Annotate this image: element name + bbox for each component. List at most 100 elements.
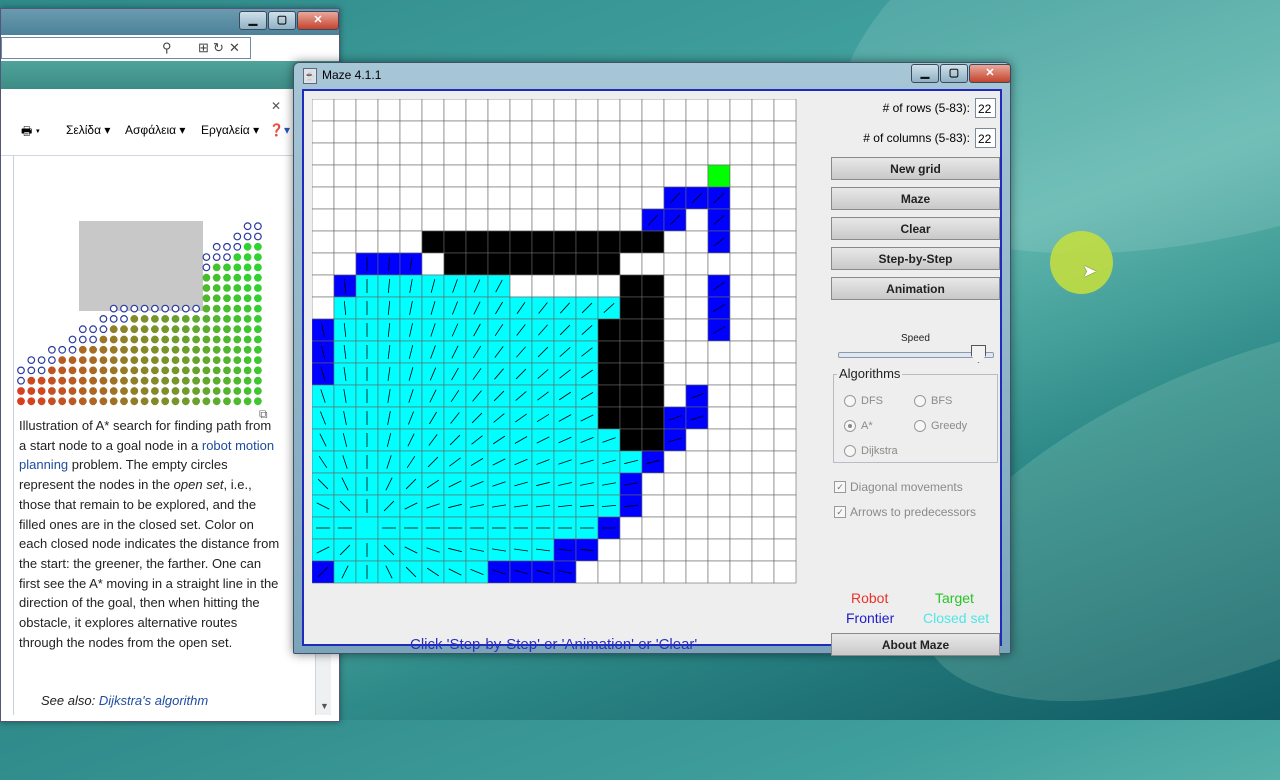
grid-cell-empty[interactable] bbox=[663, 516, 687, 540]
grid-cell-empty[interactable] bbox=[531, 274, 555, 298]
about-maze-button[interactable]: About Maze bbox=[831, 633, 1000, 656]
menu-tools[interactable]: Εργαλεία ▾ bbox=[201, 123, 259, 137]
grid-cell-empty[interactable] bbox=[707, 120, 731, 144]
rows-input[interactable]: 22 bbox=[975, 98, 996, 118]
grid-cell-empty[interactable] bbox=[729, 99, 753, 122]
grid-cell-empty[interactable] bbox=[729, 252, 753, 276]
grid-cell-empty[interactable] bbox=[575, 560, 599, 584]
grid-cell-empty[interactable] bbox=[443, 142, 467, 166]
minimize-icon[interactable]: ▁ bbox=[239, 11, 267, 30]
grid-cell-empty[interactable] bbox=[312, 230, 335, 254]
grid-cell-empty[interactable] bbox=[377, 230, 401, 254]
grid-cell-empty[interactable] bbox=[685, 164, 709, 188]
grid-cell-empty[interactable] bbox=[707, 450, 731, 474]
grid-cell-empty[interactable] bbox=[685, 450, 709, 474]
close-icon[interactable]: ✕ bbox=[271, 99, 281, 113]
grid-cell-empty[interactable] bbox=[333, 164, 357, 188]
grid-cell-empty[interactable] bbox=[575, 274, 599, 298]
grid-cell-empty[interactable] bbox=[751, 340, 775, 364]
grid-cell-empty[interactable] bbox=[399, 208, 423, 232]
grid-cell-empty[interactable] bbox=[355, 208, 379, 232]
grid-cell-empty[interactable] bbox=[312, 142, 335, 166]
grid-cell-wall[interactable] bbox=[509, 252, 533, 276]
grid-cell-wall[interactable] bbox=[531, 230, 555, 254]
grid-cell-wall[interactable] bbox=[619, 296, 643, 320]
grid-cell-empty[interactable] bbox=[773, 362, 797, 386]
compat-icon[interactable]: ⊞ bbox=[198, 40, 209, 56]
grid-cell-empty[interactable] bbox=[597, 560, 621, 584]
grid-cell-empty[interactable] bbox=[663, 362, 687, 386]
grid-cell-wall[interactable] bbox=[619, 384, 643, 408]
address-bar[interactable]: ⚲ ⊞ ↻ ✕ bbox=[1, 37, 251, 59]
grid-cell-empty[interactable] bbox=[729, 318, 753, 342]
grid-cell-empty[interactable] bbox=[619, 164, 643, 188]
maximize-icon[interactable]: ▢ bbox=[940, 64, 968, 83]
grid-cell-empty[interactable] bbox=[399, 99, 423, 122]
arrows-checkbox[interactable]: ✓ Arrows to predecessors bbox=[834, 505, 976, 519]
columns-input[interactable]: 22 bbox=[975, 128, 996, 148]
grid-cell-empty[interactable] bbox=[685, 252, 709, 276]
grid-cell-wall[interactable] bbox=[641, 340, 665, 364]
grid-cell-wall[interactable] bbox=[641, 230, 665, 254]
grid-cell-empty[interactable] bbox=[751, 230, 775, 254]
grid-cell-empty[interactable] bbox=[773, 340, 797, 364]
grid-cell-wall[interactable] bbox=[641, 274, 665, 298]
grid-cell-empty[interactable] bbox=[773, 208, 797, 232]
grid-cell-empty[interactable] bbox=[685, 274, 709, 298]
grid-cell-empty[interactable] bbox=[773, 384, 797, 408]
grid-cell-empty[interactable] bbox=[443, 186, 467, 210]
grid-cell-empty[interactable] bbox=[531, 120, 555, 144]
grid-cell-empty[interactable] bbox=[575, 208, 599, 232]
grid-cell-empty[interactable] bbox=[333, 252, 357, 276]
grid-cell-empty[interactable] bbox=[707, 340, 731, 364]
new-grid-button[interactable]: New grid bbox=[831, 157, 1000, 180]
grid-cell-empty[interactable] bbox=[553, 120, 577, 144]
grid-cell-empty[interactable] bbox=[465, 164, 489, 188]
grid-cell-empty[interactable] bbox=[663, 450, 687, 474]
grid-cell-empty[interactable] bbox=[751, 538, 775, 562]
grid-cell-empty[interactable] bbox=[333, 208, 357, 232]
grid-cell-empty[interactable] bbox=[377, 142, 401, 166]
grid-cell-empty[interactable] bbox=[377, 208, 401, 232]
radio-bfs[interactable]: BFS bbox=[914, 395, 952, 407]
grid-cell-empty[interactable] bbox=[773, 164, 797, 188]
grid-cell-empty[interactable] bbox=[729, 538, 753, 562]
grid-cell-empty[interactable] bbox=[773, 472, 797, 496]
grid-cell-empty[interactable] bbox=[751, 296, 775, 320]
grid-cell-empty[interactable] bbox=[663, 164, 687, 188]
grid-cell-wall[interactable] bbox=[531, 252, 555, 276]
grid-cell-empty[interactable] bbox=[707, 494, 731, 518]
grid-cell-empty[interactable] bbox=[399, 164, 423, 188]
grid-cell-empty[interactable] bbox=[729, 494, 753, 518]
grid-cell-wall[interactable] bbox=[465, 252, 489, 276]
grid-cell-empty[interactable] bbox=[575, 164, 599, 188]
scroll-down-icon[interactable]: ▼ bbox=[320, 701, 329, 711]
grid-cell-empty[interactable] bbox=[597, 208, 621, 232]
grid-cell-empty[interactable] bbox=[641, 164, 665, 188]
grid-cell-empty[interactable] bbox=[597, 186, 621, 210]
grid-cell-empty[interactable] bbox=[312, 164, 335, 188]
grid-cell-empty[interactable] bbox=[641, 142, 665, 166]
grid-cell-empty[interactable] bbox=[531, 186, 555, 210]
grid-cell-empty[interactable] bbox=[751, 142, 775, 166]
grid-cell-empty[interactable] bbox=[619, 186, 643, 210]
grid-cell-empty[interactable] bbox=[685, 340, 709, 364]
grid-cell-empty[interactable] bbox=[597, 120, 621, 144]
grid-cell-wall[interactable] bbox=[619, 362, 643, 386]
grid-cell-empty[interactable] bbox=[729, 120, 753, 144]
grid-cell-empty[interactable] bbox=[399, 230, 423, 254]
grid-cell-empty[interactable] bbox=[751, 472, 775, 496]
grid-cell-empty[interactable] bbox=[377, 120, 401, 144]
grid-cell-empty[interactable] bbox=[729, 384, 753, 408]
grid-cell-empty[interactable] bbox=[553, 99, 577, 122]
speed-slider-thumb[interactable] bbox=[971, 345, 986, 363]
search-icon[interactable]: ⚲ bbox=[162, 40, 172, 56]
radio-astar[interactable]: A* bbox=[844, 420, 873, 432]
grid-cell-empty[interactable] bbox=[729, 164, 753, 188]
grid-cell-empty[interactable] bbox=[509, 186, 533, 210]
grid-cell-empty[interactable] bbox=[707, 516, 731, 540]
grid-cell-empty[interactable] bbox=[729, 428, 753, 452]
grid-cell-wall[interactable] bbox=[597, 384, 621, 408]
grid-cell-empty[interactable] bbox=[421, 186, 445, 210]
grid-cell-empty[interactable] bbox=[773, 120, 797, 144]
